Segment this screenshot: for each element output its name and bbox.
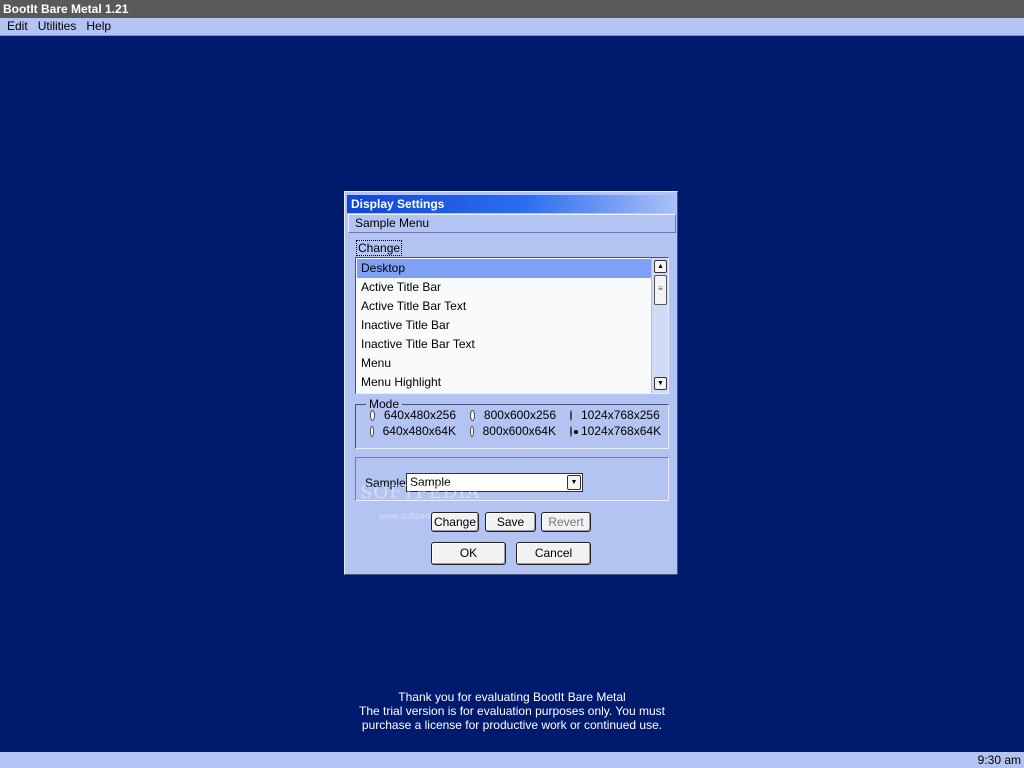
scroll-thumb[interactable]: ≡: [654, 275, 667, 305]
radio-circle-icon: [470, 409, 475, 421]
ok-button[interactable]: OK: [431, 542, 506, 565]
mode-group: Mode 640x480x256 800x600x256 1024x768x25…: [355, 397, 669, 449]
list-item-desktop[interactable]: Desktop: [357, 259, 652, 278]
radio-circle-icon: [370, 425, 374, 437]
list-item-inactive-title-bar[interactable]: Inactive Title Bar: [357, 316, 652, 335]
mode-row-256: 640x480x256 800x600x256 1024x768x256: [356, 408, 660, 422]
listbox-scrollbar[interactable]: ▲ ≡ ▼: [651, 258, 668, 393]
trial-line-3: purchase a license for productive work o…: [361, 718, 663, 732]
radio-label: 640x480x256: [383, 408, 456, 422]
listbox-items: Desktop Active Title Bar Active Title Ba…: [357, 259, 652, 392]
radio-selected-icon: [570, 425, 578, 437]
cancel-button[interactable]: Cancel: [516, 542, 591, 565]
radio-1024x768x256[interactable]: 1024x768x256: [556, 408, 660, 422]
radio-label: 640x480x64K: [382, 424, 456, 438]
trial-line-1: Thank you for evaluating BootIt Bare Met…: [398, 690, 626, 704]
list-item-menu[interactable]: Menu: [357, 354, 652, 373]
save-button[interactable]: Save: [485, 512, 536, 532]
change-button[interactable]: Change: [431, 512, 479, 532]
app-title-bar: BootIt Bare Metal 1.21: [0, 0, 1024, 18]
radio-640x480x64k[interactable]: 640x480x64K: [356, 424, 456, 438]
clock: 9:30 am: [977, 753, 1021, 767]
menu-help[interactable]: Help: [81, 18, 116, 35]
radio-label: 800x600x64K: [482, 424, 556, 438]
status-bar: 9:30 am: [0, 752, 1024, 768]
menu-bar: Edit Utilities Help: [0, 18, 1024, 36]
radio-label: 800x600x256: [483, 408, 556, 422]
revert-button[interactable]: Revert: [541, 512, 591, 532]
display-settings-dialog: Display Settings Sample Menu Change Desk…: [344, 191, 678, 575]
list-item-active-title-bar-text[interactable]: Active Title Bar Text: [357, 297, 652, 316]
radio-circle-icon: [570, 409, 572, 421]
radio-800x600x64k[interactable]: 800x600x64K: [456, 424, 556, 438]
dialog-title: Display Settings: [351, 197, 445, 211]
dialog-title-bar: Display Settings: [347, 195, 675, 213]
menu-edit[interactable]: Edit: [2, 18, 33, 35]
radio-circle-icon: [470, 425, 474, 437]
dropdown-arrow-icon[interactable]: ▼: [567, 475, 581, 490]
scroll-up-arrow-icon[interactable]: ▲: [654, 260, 667, 273]
sample-menu[interactable]: Sample Menu: [348, 214, 676, 233]
scroll-down-arrow-icon[interactable]: ▼: [654, 377, 667, 390]
app-title: BootIt Bare Metal 1.21: [3, 2, 129, 16]
sample-menu-label: Sample Menu: [355, 216, 430, 230]
list-item-inactive-title-bar-text[interactable]: Inactive Title Bar Text: [357, 335, 652, 354]
radio-label: 1024x768x256: [581, 408, 660, 422]
radio-640x480x256[interactable]: 640x480x256: [356, 408, 456, 422]
radio-1024x768x64k[interactable]: 1024x768x64K: [556, 424, 661, 438]
menu-utilities[interactable]: Utilities: [33, 18, 82, 35]
trial-line-2: The trial version is for evaluation purp…: [359, 704, 665, 718]
list-item-menu-highlight[interactable]: Menu Highlight: [357, 373, 652, 392]
list-item-active-title-bar[interactable]: Active Title Bar: [357, 278, 652, 297]
radio-800x600x256[interactable]: 800x600x256: [456, 408, 556, 422]
mode-row-64k: 640x480x64K 800x600x64K 1024x768x64K: [356, 424, 661, 438]
change-group-label: Change: [356, 240, 403, 256]
radio-label: 1024x768x64K: [581, 424, 662, 438]
element-listbox[interactable]: Desktop Active Title Bar Active Title Ba…: [355, 257, 669, 394]
trial-message: Thank you for evaluating BootIt Bare Met…: [0, 690, 1024, 732]
radio-circle-icon: [370, 409, 375, 421]
softpedia-watermark-logo: SOFTPEDIA: [360, 482, 481, 503]
